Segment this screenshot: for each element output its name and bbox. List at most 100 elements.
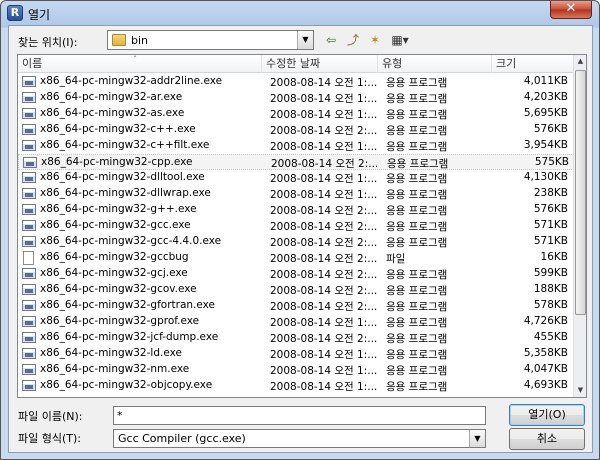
file-date: 2008-08-14 오전 1:... bbox=[270, 381, 378, 393]
file-name: x86_64-pc-mingw32-gcc-4.4.0.exe bbox=[40, 235, 222, 247]
file-date: 2008-08-14 오전 1:... bbox=[270, 141, 378, 153]
file-size: 4,047KB bbox=[523, 363, 568, 375]
file-type: 응용 프로그램 bbox=[386, 77, 448, 89]
file-date: 2008-08-14 오전 1:... bbox=[270, 77, 378, 89]
view-menu-icon[interactable]: ▦▾ bbox=[387, 31, 413, 49]
back-icon[interactable]: ⇦ bbox=[321, 31, 341, 49]
file-row[interactable]: x86_64-pc-mingw32-c++.exe 2008-08-14 오전 2… bbox=[18, 122, 574, 138]
column-header-type[interactable]: 유형 bbox=[378, 55, 492, 73]
title-bar[interactable]: R 열기 ✕ bbox=[1, 1, 599, 25]
file-type: 응용 프로그램 bbox=[386, 109, 448, 121]
file-row[interactable]: x86_64-pc-mingw32-gccbug 2008-08-14 오전 2:… bbox=[18, 250, 574, 266]
filetype-select[interactable]: Gcc Compiler (gcc.exe) ▼ bbox=[113, 429, 486, 448]
file-name: x86_64-pc-mingw32-jcf-dump.exe bbox=[40, 331, 219, 343]
file-date: 2008-08-14 오전 2:... bbox=[270, 125, 378, 137]
file-name: x86_64-pc-mingw32-cpp.exe bbox=[41, 156, 193, 168]
filename-input[interactable]: * bbox=[113, 406, 486, 425]
scroll-down-icon[interactable]: ▼ bbox=[574, 384, 586, 397]
file-row[interactable]: x86_64-pc-mingw32-gprof.exe 2008-08-14 오전… bbox=[18, 314, 574, 330]
file-row[interactable]: x86_64-pc-mingw32-cpp.exe 2008-08-14 오전 2… bbox=[18, 154, 574, 170]
look-in-label: 찾는 위치(I): bbox=[18, 36, 78, 49]
file-row[interactable]: x86_64-pc-mingw32-gcov.exe 2008-08-14 오전 … bbox=[18, 282, 574, 298]
file-date: 2008-08-14 오전 2:... bbox=[270, 285, 378, 297]
file-row[interactable]: x86_64-pc-mingw32-g++.exe 2008-08-14 오전 2… bbox=[18, 202, 574, 218]
file-type: 응용 프로그램 bbox=[387, 158, 449, 170]
application-icon bbox=[22, 300, 36, 311]
file-type: 응용 프로그램 bbox=[386, 141, 448, 153]
file-row[interactable]: x86_64-pc-mingw32-gcc-4.4.0.exe 2008-08-1… bbox=[18, 234, 574, 250]
window-title: 열기 bbox=[28, 8, 51, 22]
column-name-label: 이름 bbox=[22, 57, 43, 70]
file-row[interactable]: x86_64-pc-mingw32-c++filt.exe 2008-08-14 … bbox=[18, 138, 574, 154]
file-date: 2008-08-14 오전 2:... bbox=[271, 158, 379, 170]
file-size: 455KB bbox=[533, 331, 568, 343]
scroll-up-icon[interactable]: ▲ bbox=[574, 55, 586, 68]
file-row[interactable]: x86_64-pc-mingw32-gfortran.exe 2008-08-14… bbox=[18, 298, 574, 314]
file-type: 응용 프로그램 bbox=[386, 285, 448, 297]
file-date: 2008-08-14 오전 2:... bbox=[270, 221, 378, 233]
chevron-down-icon[interactable]: ▼ bbox=[469, 430, 485, 447]
dialog-body: 찾는 위치(I): bin ▼ ⇦ ⤴ ✶ ▦▾ 이름 ˆ 수정한 날짜 유형 … bbox=[8, 25, 593, 453]
vertical-scrollbar[interactable]: ▲ ▼ bbox=[573, 55, 586, 397]
file-row[interactable]: x86_64-pc-mingw32-as.exe 2008-08-14 오전 1:… bbox=[18, 106, 574, 122]
file-row[interactable]: x86_64-pc-mingw32-gcc.exe 2008-08-14 오전 2… bbox=[18, 218, 574, 234]
file-name: x86_64-pc-mingw32-ar.exe bbox=[40, 91, 183, 103]
file-row[interactable]: x86_64-pc-mingw32-objcopy.exe 2008-08-14 … bbox=[18, 378, 574, 394]
file-icon bbox=[23, 251, 34, 265]
file-name: x86_64-pc-mingw32-gprof.exe bbox=[40, 315, 200, 327]
column-header-name[interactable]: 이름 ˆ bbox=[18, 55, 262, 73]
file-size: 188KB bbox=[533, 283, 568, 295]
new-folder-icon[interactable]: ✶ bbox=[365, 31, 385, 49]
application-icon bbox=[22, 188, 36, 199]
cancel-button[interactable]: 취소 bbox=[509, 428, 585, 450]
file-size: 4,726KB bbox=[523, 315, 568, 327]
file-type: 응용 프로그램 bbox=[386, 381, 448, 393]
file-size: 4,203KB bbox=[523, 91, 568, 103]
application-icon bbox=[22, 124, 36, 135]
file-row[interactable]: x86_64-pc-mingw32-ar.exe 2008-08-14 오전 1:… bbox=[18, 90, 574, 106]
file-type: 응용 프로그램 bbox=[386, 333, 448, 345]
file-size: 4,011KB bbox=[523, 75, 568, 87]
open-button[interactable]: 열기(O) bbox=[509, 404, 585, 426]
up-folder-icon[interactable]: ⤴ bbox=[343, 31, 363, 49]
list-header: 이름 ˆ 수정한 날짜 유형 크기 bbox=[18, 55, 574, 73]
file-row[interactable]: x86_64-pc-mingw32-dllwrap.exe 2008-08-14 … bbox=[18, 186, 574, 202]
application-icon bbox=[22, 92, 36, 103]
file-row[interactable]: x86_64-pc-mingw32-ld.exe 2008-08-14 오전 1:… bbox=[18, 346, 574, 362]
file-type: 응용 프로그램 bbox=[386, 173, 448, 185]
file-date: 2008-08-14 오전 1:... bbox=[270, 189, 378, 201]
file-type: 응용 프로그램 bbox=[386, 125, 448, 137]
file-name: x86_64-pc-mingw32-g++.exe bbox=[40, 203, 197, 215]
file-list[interactable]: 이름 ˆ 수정한 날짜 유형 크기 x86_64-pc-mingw32-addr… bbox=[17, 54, 587, 398]
file-date: 2008-08-14 오전 2:... bbox=[270, 205, 378, 217]
file-size: 576KB bbox=[533, 123, 568, 135]
file-row[interactable]: x86_64-pc-mingw32-jcf-dump.exe 2008-08-14… bbox=[18, 330, 574, 346]
file-row[interactable]: x86_64-pc-mingw32-gcj.exe 2008-08-14 오전 2… bbox=[18, 266, 574, 282]
chevron-down-icon[interactable]: ▼ bbox=[297, 31, 313, 49]
file-row[interactable]: x86_64-pc-mingw32-addr2line.exe 2008-08-1… bbox=[18, 74, 574, 90]
column-header-size[interactable]: 크기 bbox=[492, 55, 574, 73]
file-size: 16KB bbox=[540, 251, 568, 263]
file-date: 2008-08-14 오전 2:... bbox=[270, 333, 378, 345]
filetype-label: 파일 형식(T): bbox=[18, 432, 81, 445]
application-icon bbox=[22, 364, 36, 375]
file-size: 578KB bbox=[533, 299, 568, 311]
file-size: 5,695KB bbox=[523, 107, 568, 119]
column-header-date[interactable]: 수정한 날짜 bbox=[262, 55, 378, 73]
file-name: x86_64-pc-mingw32-gcj.exe bbox=[40, 267, 188, 279]
file-date: 2008-08-14 오전 1:... bbox=[270, 93, 378, 105]
file-type: 파일 bbox=[386, 253, 406, 265]
file-type: 응용 프로그램 bbox=[386, 237, 448, 249]
application-icon bbox=[22, 284, 36, 295]
file-row[interactable]: x86_64-pc-mingw32-dlltool.exe 2008-08-14 … bbox=[18, 170, 574, 186]
file-row[interactable]: x86_64-pc-mingw32-nm.exe 2008-08-14 오전 1:… bbox=[18, 362, 574, 378]
close-button[interactable]: ✕ bbox=[550, 1, 592, 19]
file-name: x86_64-pc-mingw32-c++.exe bbox=[40, 123, 196, 135]
file-size: 4,130KB bbox=[523, 171, 568, 183]
application-icon bbox=[22, 108, 36, 119]
application-icon bbox=[22, 204, 36, 215]
file-date: 2008-08-14 오전 2:... bbox=[270, 237, 378, 249]
file-name: x86_64-pc-mingw32-objcopy.exe bbox=[40, 379, 213, 391]
scroll-thumb[interactable] bbox=[575, 70, 586, 315]
look-in-combobox[interactable]: bin ▼ bbox=[107, 30, 314, 50]
